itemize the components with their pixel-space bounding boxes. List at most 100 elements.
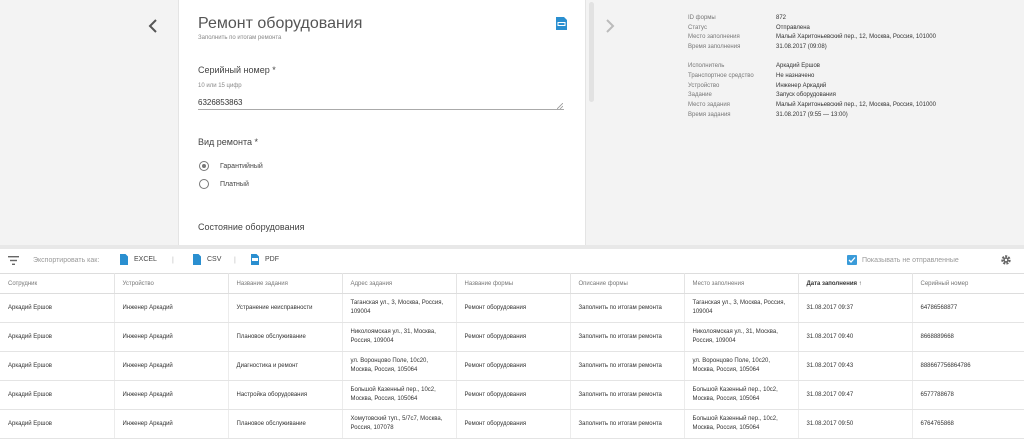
export-csv-label: CSV bbox=[207, 256, 222, 263]
table-cell: Заполнить по итогам ремонта bbox=[570, 351, 685, 381]
repair-type-label: Вид ремонта * bbox=[198, 137, 258, 147]
table-cell: Диагностика и ремонт bbox=[228, 351, 343, 381]
table-cell: Хомутовский туп., 5/7с7, Москва, Россия,… bbox=[342, 409, 457, 439]
table-cell: Аркадий Ершов bbox=[0, 322, 115, 352]
table-cell: Большой Казенный пер., 10с2, Москва, Рос… bbox=[684, 409, 799, 439]
pdf-icon[interactable] bbox=[556, 17, 567, 30]
column-header[interactable]: Серийный номер bbox=[912, 273, 1024, 294]
column-header[interactable]: Устройство bbox=[114, 273, 229, 294]
csv-file-icon bbox=[193, 254, 201, 265]
table-cell: ул. Воронцово Поле, 10с20, Москва, Росси… bbox=[342, 351, 457, 381]
chevron-right-icon bbox=[606, 19, 615, 33]
table-cell: ул. Воронцово Поле, 10с20, Москва, Росси… bbox=[684, 351, 799, 381]
info-row: Место заполнения Малый Харитоньевский пер… bbox=[688, 34, 936, 41]
export-pdf-label: PDF bbox=[265, 256, 279, 263]
info-row: Время задания 31.08.2017 (9:55 — 13:00) bbox=[688, 111, 848, 118]
table-cell: 8668889668 bbox=[912, 322, 1024, 352]
previous-form-button[interactable] bbox=[144, 14, 164, 38]
next-form-button[interactable] bbox=[600, 14, 620, 38]
table-row[interactable]: Аркадий Ершов Инженер Аркадий Плановое о… bbox=[0, 322, 1024, 352]
serial-input[interactable] bbox=[198, 93, 564, 110]
toolbar-separator: | bbox=[172, 257, 174, 264]
column-header[interactable]: Название задания bbox=[228, 273, 343, 294]
info-row: Устройство Инженер Аркадий bbox=[688, 82, 827, 89]
radio-button[interactable] bbox=[199, 161, 209, 171]
export-pdf-button[interactable]: PDF bbox=[251, 254, 279, 265]
table-cell: Заполнить по итогам ремонта bbox=[570, 293, 685, 323]
serial-label: Серийный номер * bbox=[198, 65, 276, 75]
column-header-sorted[interactable]: Дата заполнения ↑ bbox=[798, 273, 913, 294]
radio-warranty[interactable]: Гарантийный bbox=[199, 161, 263, 171]
table-cell: Инженер Аркадий bbox=[114, 351, 229, 381]
table-row[interactable]: Аркадий Ершов Инженер Аркадий Настройка … bbox=[0, 380, 1024, 410]
table-header-row: Сотрудник Устройство Название задания Ад… bbox=[0, 273, 1024, 294]
column-header[interactable]: Описание формы bbox=[570, 273, 685, 294]
table-cell: Устранение неисправности bbox=[228, 293, 343, 323]
export-excel-button[interactable]: EXCEL bbox=[120, 254, 157, 265]
table-row[interactable]: Аркадий Ершов Инженер Аркадий Диагностик… bbox=[0, 351, 1024, 381]
table-cell: 888667756864786 bbox=[912, 351, 1024, 381]
form-viewer: Ремонт оборудования Заполнить по итогам … bbox=[0, 0, 1024, 245]
table-cell: Ремонт оборудования bbox=[456, 409, 571, 439]
info-row: ID формы 872 bbox=[688, 15, 787, 21]
info-row: Исполнитель Аркадий Ершов bbox=[688, 63, 820, 70]
table-toolbar: Экспортировать как: EXCEL | CSV | PDF По… bbox=[0, 249, 1024, 273]
table-cell: Аркадий Ершов bbox=[0, 293, 115, 323]
resize-handle-icon[interactable] bbox=[557, 103, 563, 109]
info-row: Задание Запуск оборудования bbox=[688, 92, 836, 99]
table-cell: Плановое обслуживание bbox=[228, 409, 343, 439]
table-cell: Аркадий Ершов bbox=[0, 351, 115, 381]
table-cell: Николоямская ул., 31, Москва, Россия, 10… bbox=[684, 322, 799, 352]
table-cell: Таганская ул., 3, Москва, Россия, 109004 bbox=[342, 293, 457, 323]
info-row: Статус Отправлена bbox=[688, 24, 810, 31]
table-cell: 6577788678 bbox=[912, 380, 1024, 410]
export-excel-label: EXCEL bbox=[134, 256, 157, 263]
table-cell: 6764765868 bbox=[912, 409, 1024, 439]
table-row[interactable]: Аркадий Ершов Инженер Аркадий Плановое о… bbox=[0, 409, 1024, 439]
table-cell: 31.08.2017 09:50 bbox=[798, 409, 913, 439]
radio-button[interactable] bbox=[199, 179, 209, 189]
table-cell: Настройка оборудования bbox=[228, 380, 343, 410]
table-cell: Аркадий Ершов bbox=[0, 409, 115, 439]
results-panel: Экспортировать как: EXCEL | CSV | PDF По… bbox=[0, 249, 1024, 447]
table-cell: 31.08.2017 09:47 bbox=[798, 380, 913, 410]
show-unsent-checkbox[interactable] bbox=[847, 255, 857, 265]
table-cell: Ремонт оборудования bbox=[456, 322, 571, 352]
radio-paid[interactable]: Платный bbox=[199, 179, 249, 189]
form-card: Ремонт оборудования Заполнить по итогам … bbox=[178, 0, 586, 245]
form-subtitle: Заполнить по итогам ремонта bbox=[198, 35, 282, 41]
export-csv-button[interactable]: CSV bbox=[193, 254, 221, 265]
chevron-left-icon bbox=[148, 19, 157, 33]
equipment-state-label: Состояние оборудования bbox=[198, 222, 305, 232]
table-cell: Ремонт оборудования bbox=[456, 351, 571, 381]
checkmark-icon bbox=[848, 257, 856, 263]
column-header[interactable]: Сотрудник bbox=[0, 273, 115, 294]
info-row: Время заполнения 31.08.2017 (09:08) bbox=[688, 44, 827, 51]
table-cell: Заполнить по итогам ремонта bbox=[570, 380, 685, 410]
table-cell: Плановое обслуживание bbox=[228, 322, 343, 352]
form-info-panel: ID формы 872 Статус Отправлена Место запол… bbox=[688, 14, 1018, 120]
column-header[interactable]: Название формы bbox=[456, 273, 571, 294]
table-row[interactable]: Аркадий Ершов Инженер Аркадий Устранение… bbox=[0, 293, 1024, 323]
column-header[interactable]: Место заполнения bbox=[684, 273, 799, 294]
serial-hint: 10 или 15 цифр bbox=[198, 83, 242, 89]
table-cell: Большой Казенный пер., 10с2, Москва, Рос… bbox=[684, 380, 799, 410]
form-title: Ремонт оборудования bbox=[198, 15, 363, 32]
table-cell: Ремонт оборудования bbox=[456, 380, 571, 410]
excel-file-icon bbox=[120, 254, 128, 265]
form-scrollbar[interactable] bbox=[589, 2, 594, 102]
results-table: Сотрудник Устройство Название задания Ад… bbox=[0, 273, 1024, 439]
table-cell: 64786568877 bbox=[912, 293, 1024, 323]
table-cell: Заполнить по итогам ремонта bbox=[570, 322, 685, 352]
table-cell: Таганская ул., 3, Москва, Россия, 109004 bbox=[684, 293, 799, 323]
table-cell: 31.08.2017 09:40 bbox=[798, 322, 913, 352]
radio-label: Гарантийный bbox=[220, 162, 263, 170]
filter-icon[interactable] bbox=[8, 256, 19, 265]
table-cell: Инженер Аркадий bbox=[114, 322, 229, 352]
table-cell: Ремонт оборудования bbox=[456, 293, 571, 323]
column-header[interactable]: Адрес задания bbox=[342, 273, 457, 294]
show-unsent-label[interactable]: Показывать не отправленные bbox=[862, 257, 959, 264]
toolbar-separator: | bbox=[234, 257, 236, 264]
gear-icon[interactable] bbox=[1000, 254, 1012, 266]
